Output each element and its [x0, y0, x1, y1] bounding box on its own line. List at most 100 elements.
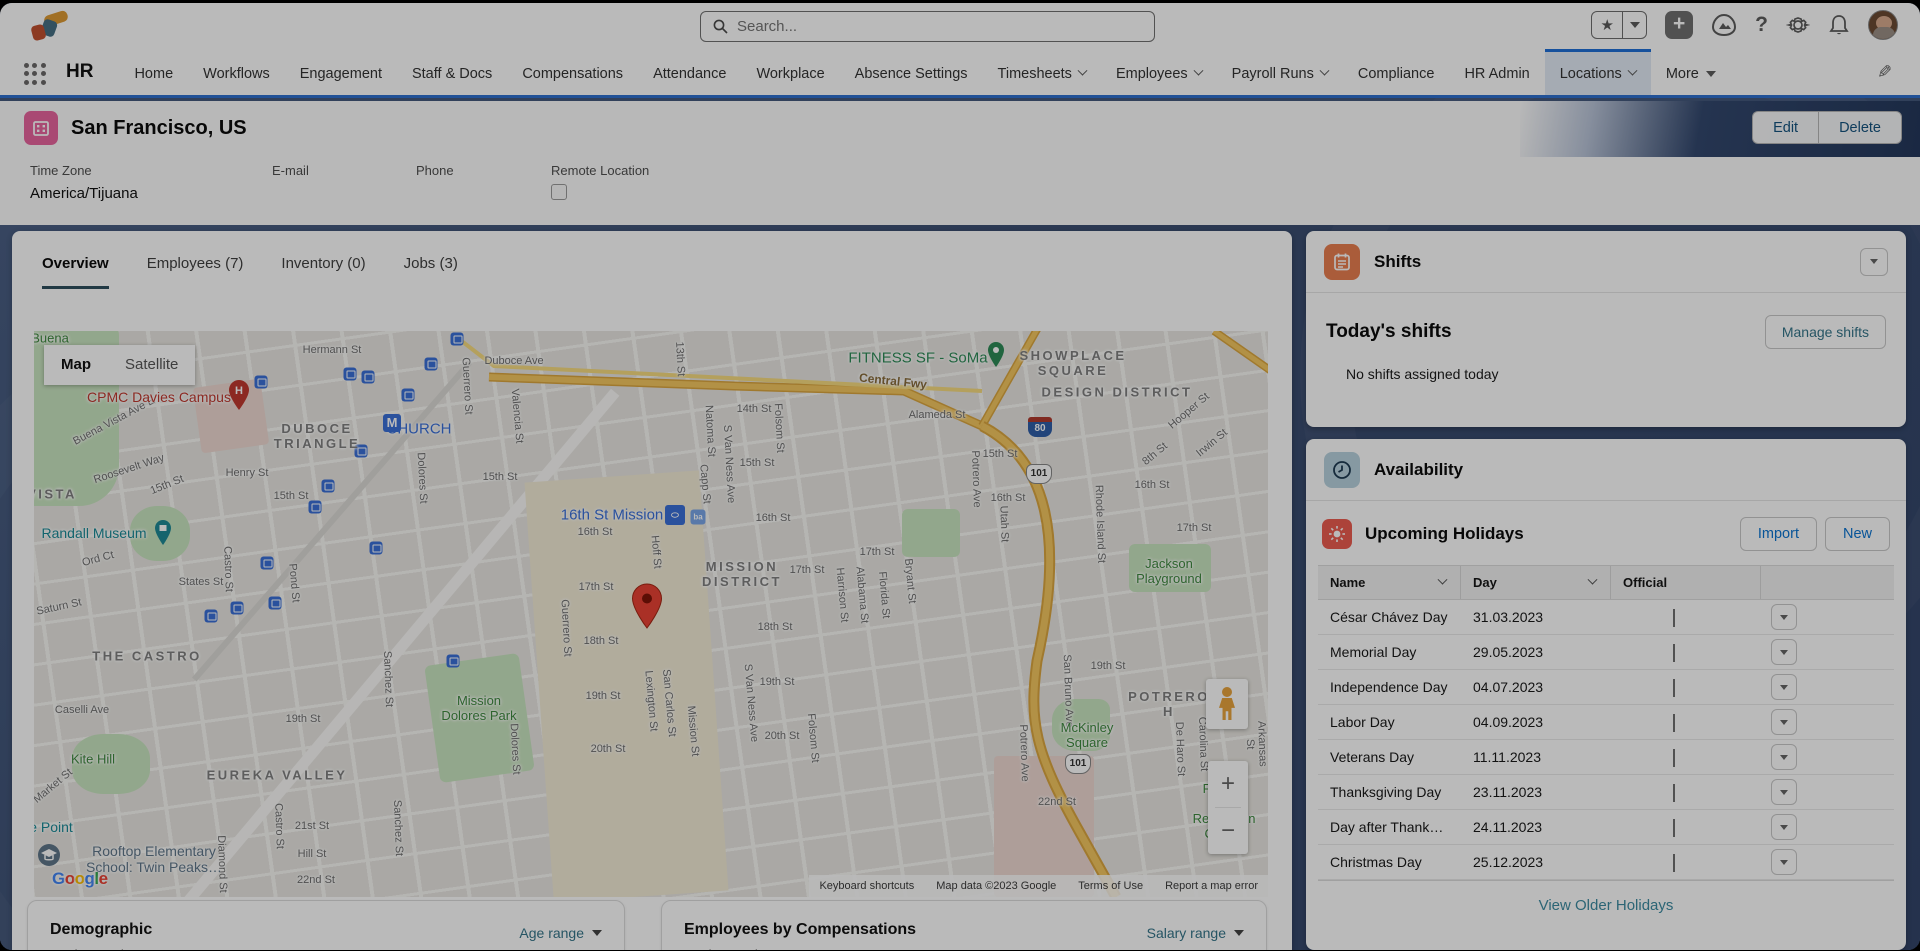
street-view-control[interactable]: [1206, 679, 1248, 729]
map-label: 17th St: [579, 581, 614, 593]
map-label: 13th St: [673, 341, 687, 376]
nav-tab-workflows[interactable]: Workflows: [188, 49, 285, 95]
nav-tab-label: HR Admin: [1464, 66, 1529, 82]
tab-jobs-3-[interactable]: Jobs (3): [404, 255, 458, 289]
view-older-holidays-link[interactable]: View Older Holidays: [1306, 897, 1906, 914]
zoom-in-button[interactable]: +: [1208, 761, 1248, 807]
help-icon[interactable]: ?: [1755, 11, 1768, 39]
row-actions-button[interactable]: [1771, 744, 1797, 770]
nav-tab-locations[interactable]: Locations: [1545, 49, 1651, 95]
row-actions-button[interactable]: [1771, 709, 1797, 735]
caret-down-icon: [1780, 685, 1788, 690]
holiday-name: Day after Thanksgivi…: [1318, 819, 1461, 835]
global-header: ★ + ?: [0, 3, 1920, 49]
satellite-button[interactable]: Satellite: [108, 345, 195, 385]
nav-tab-employees[interactable]: Employees: [1101, 49, 1217, 95]
nav-tab-timesheets[interactable]: Timesheets: [983, 49, 1101, 95]
zoom-out-button[interactable]: −: [1208, 808, 1248, 854]
favorites-star-icon[interactable]: ★: [1592, 12, 1622, 38]
cpmc-hospital-pin: H: [227, 379, 251, 411]
shifts-menu-button[interactable]: [1860, 248, 1888, 276]
map-label: Alabama St: [854, 566, 871, 624]
search-input[interactable]: [737, 18, 1117, 35]
map-label: Roosevelt Way: [92, 452, 166, 486]
remote-location-checkbox[interactable]: [551, 184, 567, 200]
attribution-link[interactable]: Terms of Use: [1078, 880, 1143, 892]
row-actions-button[interactable]: [1771, 604, 1797, 630]
google-logo: Google: [52, 869, 108, 889]
tab-inventory-0-[interactable]: Inventory (0): [281, 255, 365, 289]
app-launcher-icon[interactable]: [24, 63, 46, 85]
map-label: Natoma St: [703, 405, 718, 458]
notifications-bell-icon[interactable]: [1828, 13, 1850, 37]
nav-tab-home[interactable]: Home: [119, 49, 188, 95]
map-label: 21st St: [295, 820, 329, 832]
map-label: Hermann St: [303, 344, 362, 356]
caret-down-icon: [1706, 71, 1716, 77]
location-overview-card: Overview Employees (7) Inventory (0) Jobs (…: [12, 231, 1292, 950]
user-avatar[interactable]: [1868, 10, 1898, 40]
map-label: Dolores St: [415, 452, 430, 504]
map-label: Castro St: [272, 803, 286, 849]
nav-tab-absence-settings[interactable]: Absence Settings: [840, 49, 983, 95]
column-header-name[interactable]: Name: [1318, 566, 1461, 599]
nav-tab-staff-docs[interactable]: Staff & Docs: [397, 49, 507, 95]
attribution-link[interactable]: Map data ©2023 Google: [936, 880, 1056, 892]
nav-tab-compliance[interactable]: Compliance: [1343, 49, 1450, 95]
manage-shifts-button[interactable]: Manage shifts: [1765, 315, 1886, 349]
map-button[interactable]: Map: [44, 345, 108, 385]
row-actions-button[interactable]: [1771, 779, 1797, 805]
edit-nav-pencil-icon[interactable]: ✎: [1877, 62, 1892, 95]
trailhead-icon[interactable]: [1711, 13, 1737, 37]
attribution-link[interactable]: Keyboard shortcuts: [819, 880, 914, 892]
attribution-link[interactable]: Report a map error: [1165, 880, 1258, 892]
holiday-name: Memorial Day: [1318, 644, 1461, 660]
new-button[interactable]: New: [1825, 517, 1890, 551]
nav-tab-attendance[interactable]: Attendance: [638, 49, 741, 95]
global-add-icon[interactable]: +: [1665, 11, 1693, 39]
map-label: States St: [179, 576, 224, 588]
chevron-down-icon: [1234, 930, 1244, 936]
global-search[interactable]: [700, 11, 1155, 42]
todays-shifts-heading: Today's shifts: [1326, 321, 1452, 343]
upcoming-holidays-icon: [1322, 519, 1352, 549]
holiday-day: 04.09.2023: [1461, 714, 1611, 730]
age-range-select[interactable]: Age range: [519, 925, 602, 941]
tab-employees-7-[interactable]: Employees (7): [147, 255, 244, 289]
nav-tab-hr-admin[interactable]: HR Admin: [1449, 49, 1544, 95]
map-label: Dolores St: [508, 723, 523, 775]
favorites-button-group[interactable]: ★: [1591, 11, 1647, 39]
nav-tab-engagement[interactable]: Engagement: [285, 49, 397, 95]
salary-range-select[interactable]: Salary range: [1147, 925, 1244, 941]
holiday-name: Labor Day: [1318, 714, 1461, 730]
row-actions-button[interactable]: [1771, 639, 1797, 665]
map-label: Market St: [34, 766, 75, 805]
chevron-down-icon: [1193, 66, 1203, 76]
field-value: America/Tijuana: [30, 185, 138, 203]
check-icon: [1673, 819, 1675, 837]
app-name: HR: [66, 61, 93, 95]
nav-tab-payroll-runs[interactable]: Payroll Runs: [1217, 49, 1343, 95]
location-record-icon: [24, 111, 58, 145]
map-label: San Bruno Ave: [1061, 654, 1076, 728]
holiday-day: 31.03.2023: [1461, 609, 1611, 625]
map-label: 15th St: [983, 448, 1018, 460]
map-label: Guerrero St: [559, 599, 574, 657]
nav-tab-label: More: [1666, 66, 1699, 82]
favorites-dropdown-icon[interactable]: [1622, 12, 1646, 38]
import-button[interactable]: Import: [1740, 517, 1817, 551]
row-actions-button[interactable]: [1771, 814, 1797, 840]
nav-tab-more[interactable]: More: [1651, 49, 1731, 95]
map-label: Valencia St: [509, 388, 526, 444]
row-actions-button[interactable]: [1771, 674, 1797, 700]
google-map[interactable]: Hermann StDuboce Ave13th StValencia StGu…: [34, 331, 1268, 897]
tab-overview[interactable]: Overview: [42, 255, 109, 289]
row-actions-button[interactable]: [1771, 849, 1797, 875]
column-header-day[interactable]: Day: [1461, 566, 1611, 599]
nav-tab-workplace[interactable]: Workplace: [741, 49, 839, 95]
pegman-icon[interactable]: [1218, 687, 1236, 721]
edit-button[interactable]: Edit: [1752, 111, 1818, 144]
setup-gear-icon[interactable]: [1786, 13, 1810, 37]
nav-tab-compensations[interactable]: Compensations: [507, 49, 638, 95]
delete-button[interactable]: Delete: [1818, 111, 1902, 144]
